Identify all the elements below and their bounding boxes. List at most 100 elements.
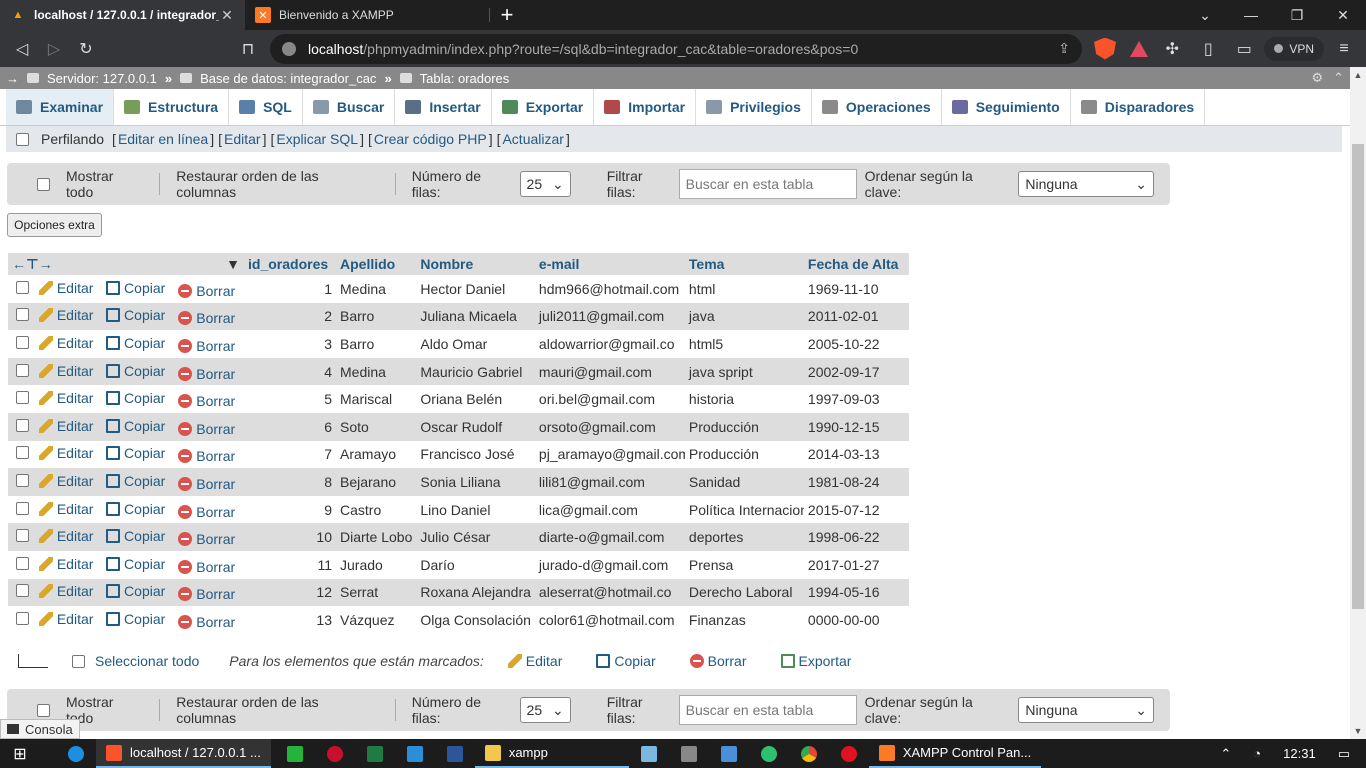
column-header-fecha[interactable]: Fecha de Alta	[803, 253, 909, 275]
scrollbar-thumb[interactable]	[1352, 144, 1364, 609]
site-info-icon[interactable]	[282, 41, 296, 56]
cell-apellido[interactable]: Aramayo	[336, 440, 417, 469]
cell-apellido[interactable]: Soto	[336, 412, 417, 441]
tab-buscar[interactable]: Buscar	[303, 89, 396, 125]
cell-fecha[interactable]: 0000-00-00	[803, 606, 909, 634]
taskbar-xampp-app[interactable]: XAMPP Control Pan...	[868, 739, 1042, 768]
select-all-checkbox[interactable]	[72, 654, 85, 668]
table-row[interactable]: Editar Copiar Borrar 13 Vázquez Olga Consolac…	[8, 606, 909, 634]
row-delete-button[interactable]: Borrar	[178, 504, 235, 520]
row-edit-button[interactable]: Editar	[38, 473, 93, 489]
tab-estructura[interactable]: Estructura	[114, 89, 230, 125]
row-checkbox[interactable]	[16, 418, 29, 432]
bulk-delete-button[interactable]: Borrar	[689, 653, 747, 669]
table-row[interactable]: Editar Copiar Borrar 4 Medina Mauricio Gabrie…	[8, 357, 909, 386]
cell-tema[interactable]: Prensa	[684, 550, 804, 579]
row-edit-button[interactable]: Editar	[38, 556, 93, 572]
row-copy-button[interactable]: Copiar	[106, 528, 165, 544]
opera-button[interactable]	[829, 739, 869, 768]
row-delete-button[interactable]: Borrar	[178, 310, 235, 326]
row-delete-button[interactable]: Borrar	[178, 586, 235, 602]
tab-operaciones[interactable]: Operaciones	[812, 89, 942, 125]
profiling-link[interactable]: Editar en línea	[118, 131, 208, 147]
show-all-checkbox[interactable]	[37, 177, 50, 191]
show-all-label[interactable]: Mostrar todo	[66, 168, 143, 200]
cell-email[interactable]: lica@gmail.com	[534, 495, 685, 524]
cell-tema[interactable]: Sanidad	[684, 468, 804, 496]
notifications-icon[interactable]: ▭	[1338, 746, 1350, 762]
cell-fecha[interactable]: 2002-09-17	[803, 357, 909, 386]
new-tab-button[interactable]: +	[490, 0, 524, 30]
table-row[interactable]: Editar Copiar Borrar 7 Aramayo Francisco José…	[8, 440, 909, 469]
address-bar[interactable]: localhost /phpmyadmin/index.php?route=/s…	[270, 33, 1082, 64]
row-delete-button[interactable]: Borrar	[178, 283, 235, 299]
row-edit-button[interactable]: Editar	[38, 335, 93, 351]
notepad-button[interactable]	[629, 739, 669, 768]
cell-apellido[interactable]: Medina	[336, 275, 417, 303]
close-window-button[interactable]: ✕	[1320, 0, 1366, 30]
sidebar-icon[interactable]: ▯	[1192, 34, 1224, 64]
cell-tema[interactable]: html5	[684, 330, 804, 358]
row-copy-button[interactable]: Copiar	[106, 583, 165, 599]
forward-button[interactable]: ▷	[38, 34, 70, 64]
cell-nombre[interactable]: Oscar Rudolf	[416, 412, 535, 441]
sort-key-select[interactable]: Ninguna ⌄	[1018, 697, 1154, 723]
row-checkbox[interactable]	[16, 308, 29, 322]
cell-apellido[interactable]: Serrat	[336, 578, 417, 607]
settings-gear-icon[interactable]: ⚙	[1311, 70, 1323, 86]
cell-email[interactable]: jurado-d@gmail.com	[534, 550, 685, 579]
chat-button[interactable]	[749, 739, 789, 768]
column-header-email[interactable]: e-mail	[534, 253, 685, 275]
row-checkbox[interactable]	[16, 556, 29, 570]
row-delete-button[interactable]: Borrar	[178, 393, 235, 409]
row-copy-button[interactable]: Copiar	[106, 390, 165, 406]
taskbar-clock[interactable]: 12:31	[1283, 746, 1316, 761]
brave-shields-icon[interactable]	[1094, 37, 1116, 60]
breadcrumb-table[interactable]: Tabla: oradores	[420, 71, 510, 86]
row-edit-button[interactable]: Editar	[38, 280, 93, 296]
rows-select[interactable]: 25 ⌄	[519, 171, 571, 197]
bulk-export-button[interactable]: Exportar	[780, 653, 851, 669]
wifi-icon[interactable]: ◔	[1253, 746, 1261, 761]
profiling-link[interactable]: Crear código PHP	[374, 131, 487, 147]
tab-privilegios[interactable]: Privilegios	[696, 89, 812, 125]
bookmark-icon[interactable]: ⊓	[232, 34, 264, 64]
column-header-nombre[interactable]: Nombre	[416, 253, 535, 275]
rows-select[interactable]: 25 ⌄	[519, 697, 571, 723]
table-row[interactable]: Editar Copiar Borrar 3 Barro Aldo Omar aldowar…	[8, 330, 909, 358]
excel-button[interactable]	[355, 739, 395, 768]
row-edit-button[interactable]: Editar	[38, 445, 93, 461]
row-checkbox[interactable]	[16, 335, 29, 349]
select-all-label[interactable]: Seleccionar todo	[95, 653, 199, 669]
wallet-icon[interactable]: ▭	[1228, 34, 1260, 64]
filter-rows-input[interactable]	[678, 169, 857, 199]
collapse-arrow-icon[interactable]: →	[6, 71, 19, 86]
edge-button[interactable]	[56, 739, 96, 768]
cell-apellido[interactable]: Barro	[336, 330, 417, 358]
start-button[interactable]: ⊞	[0, 739, 40, 768]
cell-tema[interactable]: html	[684, 275, 804, 303]
taskbar-brave-app[interactable]: localhost / 127.0.0.1 ...	[96, 739, 271, 768]
cell-apellido[interactable]: Vázquez	[336, 606, 417, 634]
cell-id[interactable]: 6	[244, 412, 336, 441]
row-edit-button[interactable]: Editar	[38, 611, 93, 627]
cell-fecha[interactable]: 1994-05-16	[803, 578, 909, 607]
restore-button[interactable]: ❐	[1274, 0, 1320, 30]
show-all-checkbox[interactable]	[37, 703, 50, 717]
cell-email[interactable]: aldowarrior@gmail.co	[534, 330, 685, 358]
breadcrumb-database[interactable]: Base de datos: integrador_cac	[200, 71, 376, 86]
cell-apellido[interactable]: Bejarano	[336, 468, 417, 496]
tab-seguimiento[interactable]: Seguimiento	[942, 89, 1071, 125]
column-header-id[interactable]: id_oradores	[244, 253, 336, 275]
row-checkbox[interactable]	[16, 584, 29, 598]
profiling-checkbox[interactable]	[16, 132, 29, 146]
row-checkbox[interactable]	[16, 529, 29, 543]
cell-email[interactable]: ori.bel@gmail.com	[534, 385, 685, 413]
cell-tema[interactable]: Producción	[684, 412, 804, 441]
tab-insertar[interactable]: Insertar	[395, 89, 492, 125]
cell-id[interactable]: 2	[244, 302, 336, 331]
cell-nombre[interactable]: Lino Daniel	[416, 495, 535, 524]
table-row[interactable]: Editar Copiar Borrar 8 Bejarano Sonia Liliana…	[8, 468, 909, 496]
cell-tema[interactable]: Derecho Laboral	[684, 578, 804, 607]
app-button[interactable]	[709, 739, 749, 768]
